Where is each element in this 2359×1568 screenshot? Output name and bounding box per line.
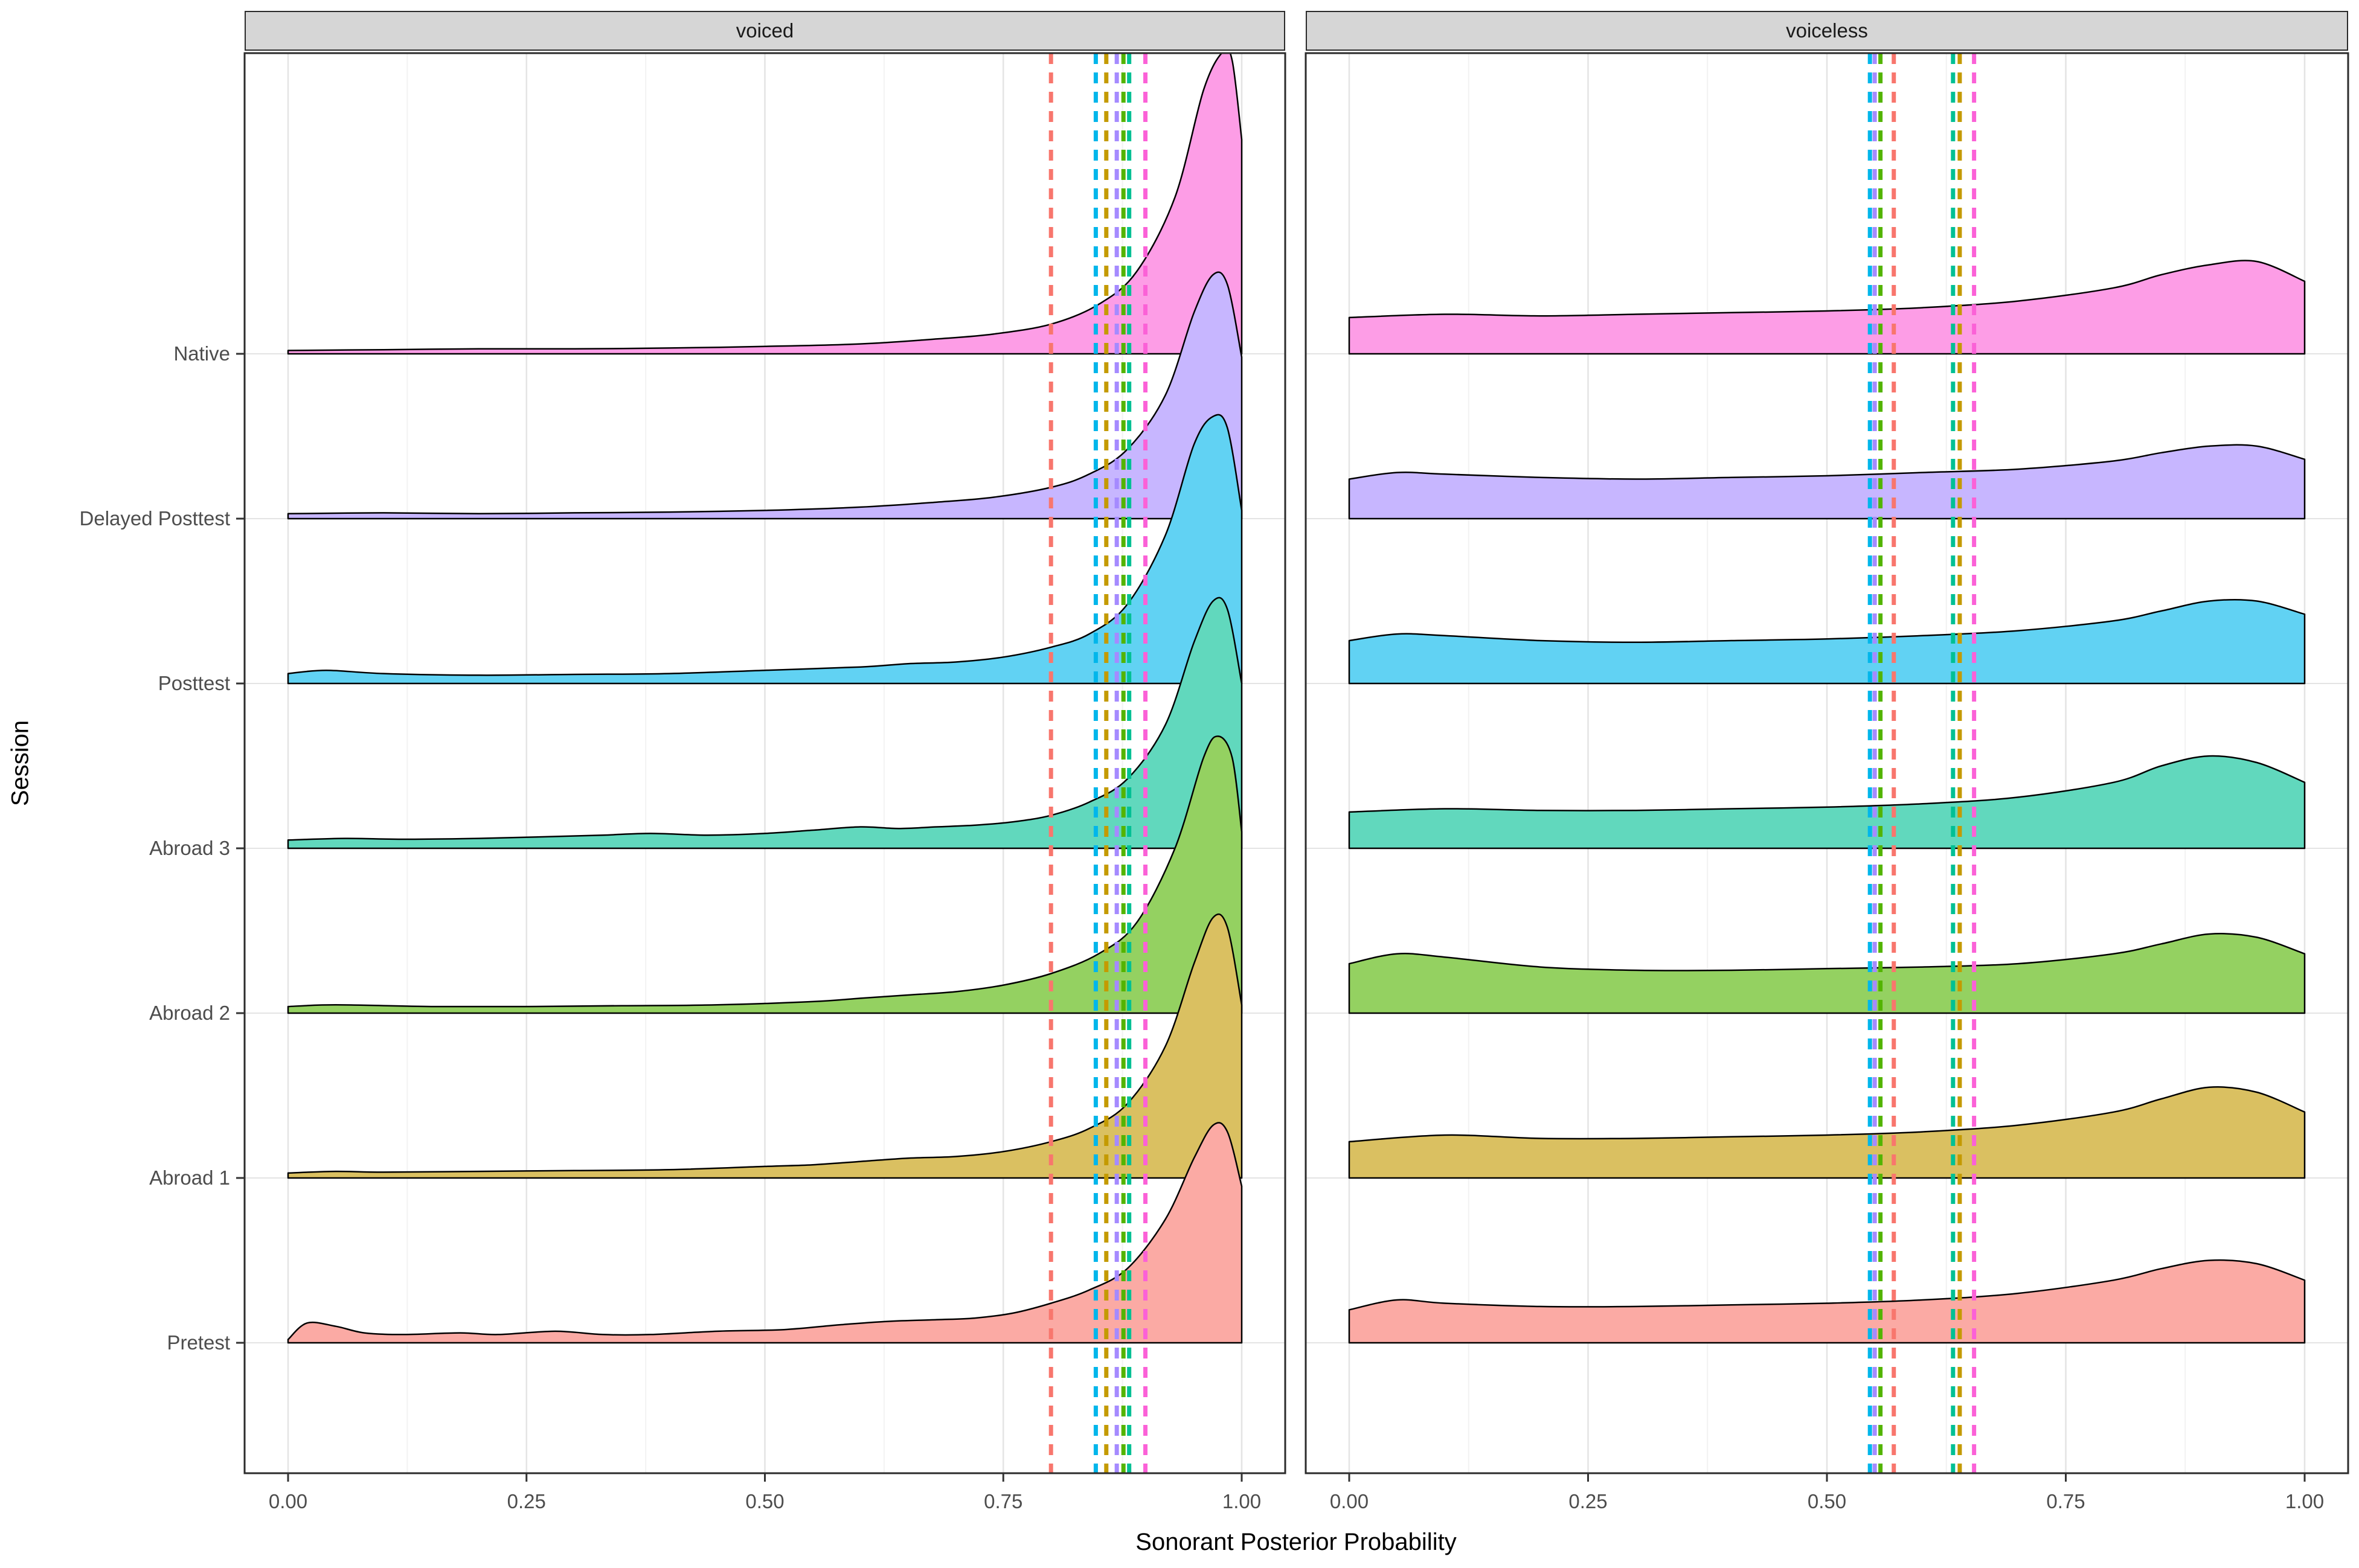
x-tick-label: 1.00: [1222, 1490, 1261, 1512]
y-tick-label-abroad-1: Abroad 1: [149, 1166, 230, 1189]
x-tick-label: 0.75: [984, 1490, 1022, 1512]
panel-voiceless: 0.00 0.25 0.50 0.75 1.00: [1305, 52, 2349, 1512]
y-axis-title: Session: [7, 720, 34, 807]
x-tick-label: 1.00: [2285, 1490, 2324, 1512]
y-tick-label-abroad-3: Abroad 3: [149, 837, 230, 859]
x-tick-label: 0.75: [2046, 1490, 2085, 1512]
x-tick-label: 0.50: [745, 1490, 784, 1512]
ridgeline-chart-canvas: 0.00 0.25 0.50 0.75 1.00 0.00 0.25 0.50 0.75 1.00…: [80, 52, 2349, 1512]
ridgeline-figure: 0.00 0.25 0.50 0.75 1.00 0.00 0.25 0.50 0.75 1.00…: [0, 0, 2359, 1568]
x-tick-label: 0.00: [1330, 1490, 1369, 1512]
x-tick-label: 0.25: [1568, 1490, 1607, 1512]
y-tick-label-delayed-posttest: Delayed Posttest: [80, 507, 230, 530]
y-tick-label-pretest: Pretest: [167, 1331, 230, 1354]
facet-strip-voiced-label: voiced: [736, 19, 794, 42]
y-tick-label-native: Native: [173, 342, 230, 365]
x-axis-title: Sonorant Posterior Probability: [1135, 1529, 1457, 1555]
y-tick-label-abroad-2: Abroad 2: [149, 1002, 230, 1024]
x-tick-label: 0.25: [507, 1490, 546, 1512]
panel-voiced: 0.00 0.25 0.50 0.75 1.00: [243, 52, 1286, 1512]
facet-strip-voiceless-label: voiceless: [1786, 19, 1868, 42]
facet-strip-voiced: voiced: [245, 11, 1285, 51]
facet-strip-voiceless: voiceless: [1306, 11, 2348, 51]
y-tick-label-posttest: Posttest: [158, 672, 230, 694]
x-tick-label: 0.00: [269, 1490, 307, 1512]
x-tick-label: 0.50: [1808, 1490, 1846, 1512]
